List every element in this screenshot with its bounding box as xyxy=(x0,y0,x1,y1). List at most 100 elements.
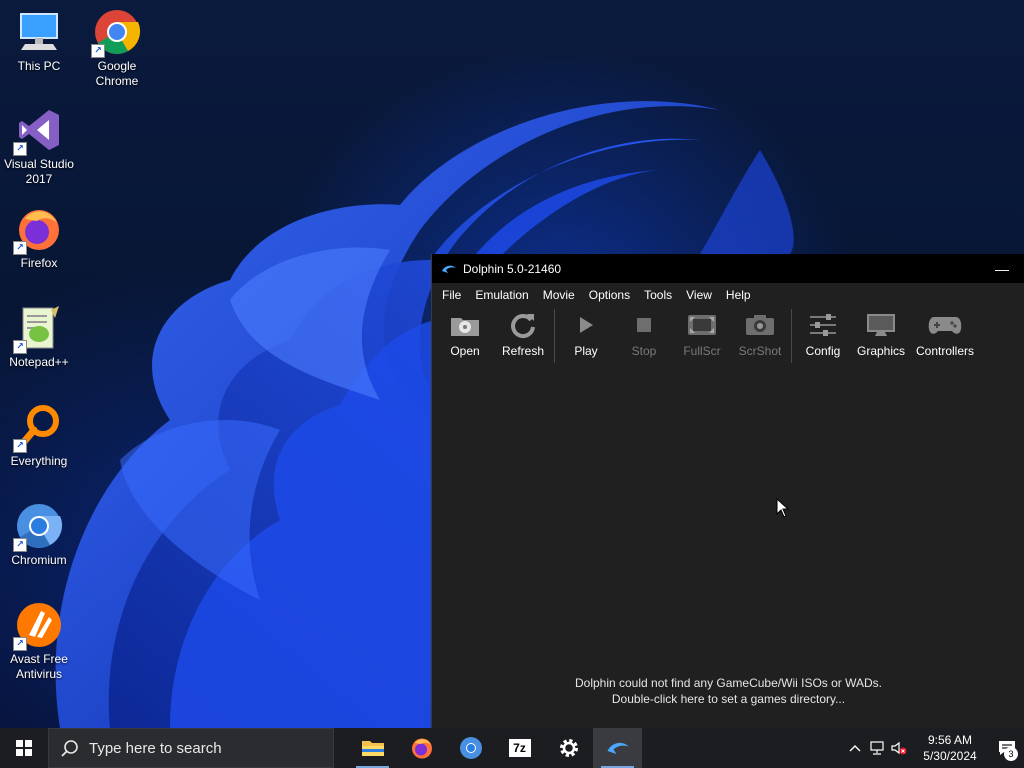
taskbar-chromium[interactable] xyxy=(446,728,495,768)
menu-file[interactable]: File xyxy=(435,285,468,305)
taskbar-firefox[interactable] xyxy=(397,728,446,768)
toolbar: Open Refresh Play Stop FullScr ScrShot C… xyxy=(432,307,1024,366)
monitor-icon xyxy=(864,311,898,339)
desktop-icon-visual-studio[interactable]: ↗ Visual Studio 2017 xyxy=(0,106,78,187)
shortcut-arrow-icon: ↗ xyxy=(13,439,27,453)
stop-button[interactable]: Stop xyxy=(615,308,673,358)
stop-icon xyxy=(627,311,661,339)
fullscreen-label: FullScr xyxy=(683,344,721,358)
search-placeholder: Type here to search xyxy=(89,739,222,757)
shortcut-arrow-icon: ↗ xyxy=(13,241,27,255)
desktop-icon-label: Google Chrome xyxy=(95,59,139,88)
stop-label: Stop xyxy=(631,344,657,358)
volume-tray-button[interactable] xyxy=(888,728,910,768)
shortcut-arrow-icon: ↗ xyxy=(91,44,105,58)
desktop-icon-label: Visual Studio 2017 xyxy=(4,157,74,186)
computer-icon xyxy=(15,8,63,56)
desktop-icon-label: Avast Free Antivirus xyxy=(10,652,68,681)
open-icon xyxy=(448,311,482,339)
action-center-button[interactable]: 3 xyxy=(990,728,1024,768)
network-icon xyxy=(870,741,884,755)
controllers-button[interactable]: Controllers xyxy=(910,308,980,358)
graphics-label: Graphics xyxy=(856,344,906,358)
empty-message-line-2: Double-click here to set a games directo… xyxy=(611,692,846,706)
desktop-icon-everything[interactable]: ↗ Everything xyxy=(0,403,78,469)
7zip-label: 7z xyxy=(513,741,526,755)
search-icon xyxy=(61,740,78,757)
desktop-icon-label: Chromium xyxy=(11,553,67,567)
gamepad-icon xyxy=(928,311,962,339)
volume-muted-icon xyxy=(891,741,907,755)
desktop-icon-label: Firefox xyxy=(20,256,58,270)
desktop-icon-label: Everything xyxy=(10,454,68,468)
menu-emulation[interactable]: Emulation xyxy=(468,285,535,305)
dolphin-app-icon xyxy=(607,742,628,754)
screenshot-button[interactable]: ScrShot xyxy=(731,308,789,358)
controllers-label: Controllers xyxy=(915,344,975,358)
taskbar-settings[interactable] xyxy=(544,728,593,768)
desktop-icon-label: Notepad++ xyxy=(9,355,69,369)
camera-icon xyxy=(743,311,777,339)
play-label: Play xyxy=(574,344,598,358)
desktop-icon-firefox[interactable]: ↗ Firefox xyxy=(0,205,78,271)
empty-game-list-message[interactable]: Dolphin could not find any GameCube/Wii … xyxy=(432,675,1024,707)
desktop-icon-notepad-plus-plus[interactable]: ↗ Notepad++ xyxy=(0,304,78,370)
toolbar-separator xyxy=(791,309,792,363)
clock-time: 9:56 AM xyxy=(927,733,973,747)
chromium-icon: ↗ xyxy=(13,502,63,552)
window-title: Dolphin 5.0-21460 xyxy=(463,261,562,276)
network-tray-button[interactable] xyxy=(866,728,888,768)
shortcut-arrow-icon: ↗ xyxy=(13,142,27,156)
desktop-icon-chromium[interactable]: ↗ Chromium xyxy=(0,502,78,568)
show-hidden-icons-button[interactable] xyxy=(844,728,866,768)
taskbar-file-explorer[interactable] xyxy=(348,728,397,768)
taskbar-dolphin[interactable] xyxy=(593,728,642,768)
folder-icon xyxy=(361,741,384,756)
menu-view[interactable]: View xyxy=(679,285,719,305)
play-button[interactable]: Play xyxy=(557,308,615,358)
visual-studio-icon: ↗ xyxy=(13,106,63,156)
chevron-up-icon xyxy=(849,745,861,752)
notification-count-badge: 3 xyxy=(1004,747,1018,761)
avast-icon: ↗ xyxy=(13,601,63,651)
open-label: Open xyxy=(450,344,480,358)
empty-message-line-1: Dolphin could not find any GameCube/Wii … xyxy=(574,676,882,690)
notepad-plus-plus-icon: ↗ xyxy=(13,304,63,354)
menu-help[interactable]: Help xyxy=(719,285,758,305)
dolphin-window[interactable]: Dolphin 5.0-21460 — File Emulation Movie… xyxy=(431,254,1024,728)
minimize-button[interactable]: — xyxy=(979,254,1024,283)
sliders-icon xyxy=(806,311,840,339)
shortcut-arrow-icon: ↗ xyxy=(13,538,27,552)
refresh-icon xyxy=(506,311,540,339)
menu-options[interactable]: Options xyxy=(582,285,637,305)
taskbar-7zip[interactable]: 7z xyxy=(495,728,544,768)
refresh-button[interactable]: Refresh xyxy=(494,308,552,358)
firefox-icon: ↗ xyxy=(13,205,63,255)
chromium-icon xyxy=(459,737,482,759)
game-list-area[interactable]: Dolphin could not find any GameCube/Wii … xyxy=(432,365,1024,728)
firefox-icon xyxy=(411,738,432,759)
desktop-icon-this-pc[interactable]: This PC xyxy=(0,8,78,74)
open-button[interactable]: Open xyxy=(436,308,494,358)
window-titlebar[interactable]: Dolphin 5.0-21460 — xyxy=(432,254,1024,283)
7zip-icon: 7z xyxy=(508,739,531,757)
desktop-icon-avast[interactable]: ↗ Avast Free Antivirus xyxy=(0,601,78,682)
menu-movie[interactable]: Movie xyxy=(536,285,582,305)
graphics-button[interactable]: Graphics xyxy=(852,308,910,358)
refresh-label: Refresh xyxy=(501,344,545,358)
toolbar-separator xyxy=(554,309,555,363)
taskbar-clock[interactable]: 9:56 AM 5/30/2024 xyxy=(914,732,986,764)
mouse-cursor-icon xyxy=(776,498,790,518)
desktop-icon-google-chrome[interactable]: ↗ Google Chrome xyxy=(78,8,156,89)
play-icon xyxy=(569,311,603,339)
system-tray: 9:56 AM 5/30/2024 3 xyxy=(844,728,1024,768)
config-button[interactable]: Config xyxy=(794,308,852,358)
desktop-icon-label: This PC xyxy=(17,59,61,73)
taskbar: Type here to search 7z 9:56 AM 5/30/2024… xyxy=(0,728,1024,768)
chrome-icon: ↗ xyxy=(91,8,141,58)
taskbar-search-box[interactable]: Type here to search xyxy=(48,728,334,768)
fullscreen-button[interactable]: FullScr xyxy=(673,308,731,358)
menu-tools[interactable]: Tools xyxy=(637,285,679,305)
start-button[interactable] xyxy=(0,728,48,768)
gear-icon xyxy=(559,739,578,757)
